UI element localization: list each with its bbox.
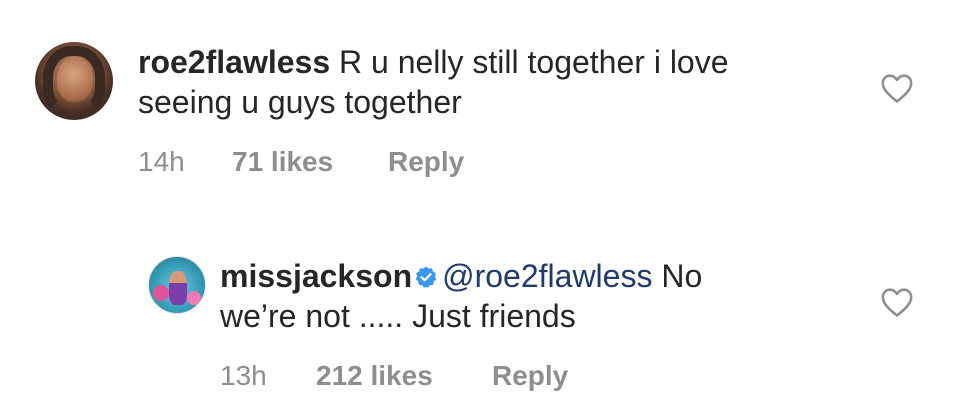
comment-item: roe2flawless R u nelly still together i … (0, 0, 970, 200)
reply-button[interactable]: Reply (492, 360, 568, 392)
heart-outline-icon[interactable] (880, 286, 914, 318)
verified-badge-icon (415, 266, 437, 288)
comment-body-line2: seeing u guys together (138, 84, 462, 120)
avatar[interactable] (148, 256, 206, 314)
heart-outline-icon[interactable] (880, 72, 914, 104)
reply-button[interactable]: Reply (388, 146, 464, 178)
comment-meta: 13h 212 likes Reply (220, 360, 568, 392)
timestamp[interactable]: 13h (220, 360, 316, 392)
reply-comment-item: missjackson @roe2flawless No we’re not .… (0, 200, 970, 416)
timestamp[interactable]: 14h (138, 146, 232, 178)
avatar[interactable] (35, 42, 113, 120)
comment-text: roe2flawless R u nelly still together i … (138, 42, 858, 122)
comment-body-line2: we’re not ..... Just friends (220, 298, 576, 334)
username[interactable]: missjackson (220, 258, 412, 294)
comment-body-line1: No (661, 258, 703, 294)
comment-text: missjackson @roe2flawless No we’re not .… (220, 256, 860, 336)
likes-count[interactable]: 71 likes (232, 146, 388, 178)
username[interactable]: roe2flawless (138, 44, 330, 80)
comment-meta: 14h 71 likes Reply (138, 146, 464, 178)
mention-link[interactable]: @roe2flawless (442, 258, 652, 294)
likes-count[interactable]: 212 likes (316, 360, 492, 392)
comment-body-line1: R u nelly still together i love (339, 44, 729, 80)
